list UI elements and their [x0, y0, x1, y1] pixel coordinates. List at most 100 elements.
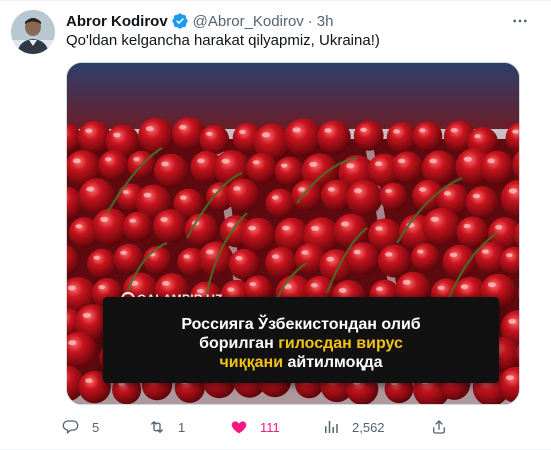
- cherry-highlight: [326, 256, 334, 262]
- views-count: 2,562: [352, 419, 385, 435]
- cherry-highlight: [487, 282, 496, 288]
- cherry: [346, 242, 380, 275]
- cherry-highlight: [205, 131, 213, 136]
- share-button[interactable]: [430, 415, 448, 439]
- cherry-highlight: [338, 288, 347, 293]
- cherry-highlight: [85, 128, 93, 134]
- retweet-count: 1: [178, 419, 186, 435]
- cherry-highlight: [133, 157, 140, 162]
- cherry-highlight: [472, 193, 480, 199]
- reply-icon: [62, 420, 79, 435]
- reply-button[interactable]: 5: [62, 415, 99, 439]
- caption-line-2-highlight: гилосдан вирус: [278, 334, 403, 352]
- tweet-text: Qo'ldan kelgancha harakat qilyapmiz, Ukr…: [66, 32, 380, 49]
- cherry: [442, 244, 477, 279]
- caption-line-2-text: борилган: [199, 334, 279, 352]
- cherry-highlight: [495, 224, 503, 230]
- cherry-highlight: [272, 195, 279, 200]
- cherry-highlight: [487, 158, 495, 164]
- tweet-timestamp[interactable]: 3h: [317, 13, 334, 30]
- like-button[interactable]: 111: [230, 415, 280, 439]
- cherry: [122, 211, 153, 242]
- cherry-highlight: [281, 163, 288, 168]
- tweet-media[interactable]: QALAMPIR.UZ Россияга Ўзбекистондан олиб …: [66, 62, 520, 405]
- cherry-highlight: [508, 188, 517, 194]
- cherry-highlight: [429, 158, 437, 164]
- cherry-highlight: [324, 128, 332, 133]
- cherry-highlight: [385, 252, 393, 257]
- tweet[interactable]: Abror Kodirov @Abror_Kodirov · 3h Qo'lda…: [0, 0, 551, 450]
- cherry: [317, 120, 351, 154]
- cherry-highlight: [161, 161, 169, 167]
- cherry-highlight: [113, 132, 121, 138]
- views-button[interactable]: 2,562: [322, 415, 385, 439]
- cherry-highlight: [327, 187, 335, 192]
- author-display-name[interactable]: Abror Kodirov: [66, 13, 168, 30]
- cherry-highlight: [272, 254, 279, 259]
- caption-line-3-highlight: чиққани: [219, 353, 284, 371]
- cherry-highlight: [463, 156, 472, 162]
- cherry: [153, 153, 189, 188]
- cherry: [391, 151, 424, 183]
- cherry-highlight: [481, 249, 489, 254]
- cherry-highlight: [385, 189, 392, 193]
- user-avatar-icon: [11, 10, 55, 54]
- cherry-highlight: [506, 253, 513, 258]
- cherry: [412, 121, 443, 152]
- cherry-highlight: [512, 129, 519, 134]
- cherry: [291, 180, 323, 211]
- cherry: [353, 120, 384, 151]
- cherry: [386, 122, 418, 153]
- cherry-highlight: [463, 223, 471, 229]
- cherry: [480, 150, 514, 185]
- cherry-highlight: [206, 249, 214, 255]
- cherry-highlight: [180, 195, 187, 200]
- cherry-highlight: [129, 218, 136, 223]
- more-options-icon[interactable]: [507, 9, 533, 33]
- cherry-highlight: [341, 221, 349, 227]
- cherry-highlight: [233, 186, 241, 191]
- cherry-highlight: [346, 163, 355, 169]
- cherry: [422, 207, 461, 246]
- cherry-highlight: [235, 256, 243, 261]
- cherry-highlight: [197, 158, 205, 164]
- author-handle[interactable]: @Abror_Kodirov: [193, 13, 304, 30]
- header-separator: ·: [307, 12, 313, 30]
- cherry: [198, 241, 234, 277]
- cherry-highlight: [85, 378, 93, 384]
- cherry-highlight: [248, 225, 256, 231]
- cherry-highlight: [419, 187, 427, 192]
- cherry-highlight: [419, 128, 426, 133]
- cherry: [199, 124, 230, 155]
- cherry-highlight: [353, 249, 361, 255]
- cherry-highlight: [122, 190, 130, 194]
- cherry: [378, 244, 411, 278]
- retweet-button[interactable]: 1: [148, 415, 185, 439]
- cherry-highlight: [374, 161, 383, 166]
- cherry: [226, 178, 260, 212]
- cherry-highlight: [393, 129, 400, 134]
- caption-line-3-text: айтилмоқда: [283, 353, 383, 371]
- retweet-icon: [151, 421, 163, 433]
- cherry-highlight: [160, 217, 168, 222]
- cherry-highlight: [298, 187, 305, 192]
- cherry-highlight: [311, 225, 320, 231]
- cherry-highlight: [360, 127, 367, 132]
- cherry-highlight: [444, 191, 451, 196]
- cherry: [379, 182, 408, 211]
- cherry-highlight: [309, 161, 318, 167]
- cherry-highlight: [100, 216, 109, 222]
- reply-count: 5: [92, 419, 100, 435]
- cherry: [465, 186, 499, 219]
- cherry: [240, 217, 276, 253]
- cherry-highlight: [120, 250, 127, 255]
- cherry-highlight: [104, 157, 112, 162]
- cherry-highlight: [221, 158, 230, 164]
- cherry-highlight: [252, 160, 260, 165]
- cherry-highlight: [98, 285, 106, 290]
- avatar[interactable]: [11, 10, 55, 54]
- cherry-highlight: [179, 124, 187, 130]
- views-chart-icon: [325, 421, 338, 433]
- cherry-highlight: [460, 284, 469, 290]
- cherry: [265, 188, 295, 219]
